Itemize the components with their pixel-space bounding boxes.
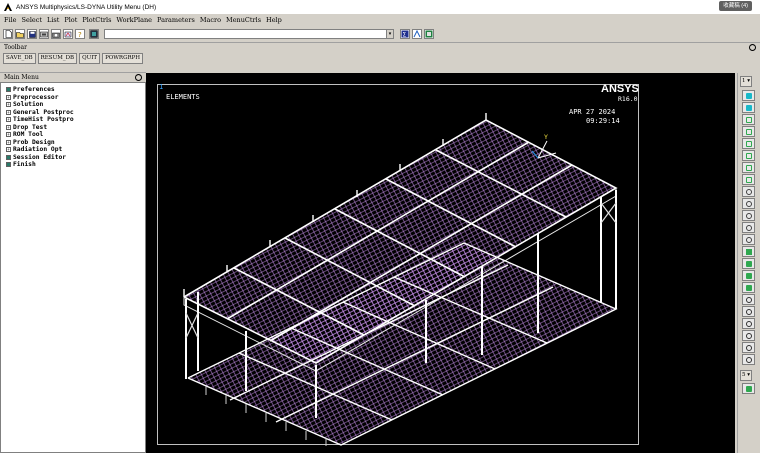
menu-workplane[interactable]: WorkPlane [116,16,152,24]
help-icon[interactable]: ? [75,29,85,39]
zoom-in-icon[interactable] [742,222,755,233]
menu-plotctrls[interactable]: PlotCtrls [82,16,111,24]
rotate-x-icon[interactable] [742,294,755,305]
menu-macro[interactable]: Macro [200,16,221,24]
menu-item-preprocessor[interactable]: + Preprocessor [1,94,145,102]
ansys-logo-icon [4,3,12,11]
menu-parameters[interactable]: Parameters [157,16,195,24]
menu-item-session-editor[interactable]: Session Editor [1,154,145,162]
window-select-dropdown[interactable]: 1 ▾ [740,76,753,87]
pan-left-icon[interactable] [742,246,755,257]
pan-up-icon[interactable] [742,270,755,281]
save-icon[interactable] [27,29,37,39]
fit-icon[interactable] [742,383,755,394]
menu-item-radiation-opt[interactable]: + Radiation Opt [1,146,145,154]
menu-item-drop-test[interactable]: + Drop Test [1,124,145,132]
menu-menuctrls[interactable]: MenuCtrls [226,16,261,24]
left-view-icon[interactable] [742,162,755,173]
graphics-icon[interactable] [424,29,434,39]
rotate-y-neg-icon[interactable] [742,342,755,353]
rotate-z-neg-icon[interactable] [742,354,755,365]
menu-item-timehist-postpro[interactable]: + TimeHist Postpro [1,116,145,124]
svg-text:Σ: Σ [403,32,407,39]
front-view-icon[interactable] [742,114,755,125]
fe-model-plot: Y [183,113,618,446]
right-view-icon[interactable] [742,174,755,185]
toolbar-header: Toolbar ⌃ [0,42,760,52]
rotate-z-icon[interactable] [742,318,755,329]
title-bar: ANSYS Multiphysics/LS-DYNA Utility Menu … [0,0,760,14]
oblique-view-icon[interactable] [742,102,755,113]
save-analysis-db-icon[interactable]: Σ [400,29,410,39]
run-macro-icon[interactable] [412,29,422,39]
triad-axis-label: Y [544,133,548,141]
zoom-back-icon[interactable] [742,210,755,221]
menu-item-prob-design[interactable]: + Prob Design [1,139,145,147]
tree-expand-icon[interactable]: + [6,102,11,108]
toolbar-buttons: SAVE_DB RESUM_DB QUIT POWRGRPH [3,53,145,65]
back-view-icon[interactable] [742,138,755,149]
pan-down-icon[interactable] [742,282,755,293]
toolbar-collapse-icon[interactable]: ⌃ [749,44,756,51]
tree-expand-icon[interactable]: + [6,147,11,153]
pan-zoom-rotate-icon[interactable] [39,29,49,39]
menu-file[interactable]: File [4,16,17,24]
tree-expand-icon[interactable]: + [6,124,11,130]
image-capture-icon[interactable] [51,29,61,39]
main-menu-tree: Preferences + Preprocessor + Solution + Gen… [0,82,146,453]
rotate-x-neg-icon[interactable] [742,330,755,341]
zoom-icon[interactable] [742,186,755,197]
save-db-button[interactable]: SAVE_DB [3,53,36,64]
rate-select-dropdown[interactable]: 5 ▾ [740,370,753,381]
menu-select[interactable]: Select [22,16,42,24]
zoom-out-icon[interactable] [742,234,755,245]
bottom-view-icon[interactable] [742,150,755,161]
report-generator-icon[interactable] [63,29,73,39]
svg-text:?: ? [78,31,82,38]
resume-db-button[interactable]: RESUM_DB [37,53,78,64]
rotate-y-icon[interactable] [742,306,755,317]
favorites-badge[interactable]: 收藏稿 (4) [719,1,752,11]
powrgrph-button[interactable]: POWRGRPH [102,53,144,64]
isometric-view-icon[interactable] [742,90,755,101]
command-input-field[interactable]: ▾ [104,29,394,39]
main-menu-header: Main Menu ⌃ [0,72,146,82]
tree-expand-icon[interactable]: + [6,94,11,100]
top-view-icon[interactable] [742,126,755,137]
graphics-window[interactable]: 1 ELEMENTS ANSYS R16.0 APR 27 2024 09:29… [146,73,735,453]
menu-item-solution[interactable]: + Solution [1,101,145,109]
tree-leaf-icon [6,87,11,93]
contact-manager-icon[interactable] [89,29,99,39]
menu-help[interactable]: Help [266,16,282,24]
utility-menu-bar: File Select List Plot PlotCtrls WorkPlan… [0,14,760,26]
quit-button[interactable]: QUIT [79,53,101,64]
new-file-icon[interactable] [3,29,13,39]
zoom-box-icon[interactable] [742,198,755,209]
tree-expand-icon[interactable]: + [6,139,11,145]
tree-leaf-icon [6,162,11,168]
menu-item-preferences[interactable]: Preferences [1,86,145,94]
menu-list[interactable]: List [47,16,59,24]
standard-icon-bar: ? ▾ Σ [0,26,760,42]
command-history-dropdown-icon[interactable]: ▾ [386,30,393,38]
menu-plot[interactable]: Plot [64,16,77,24]
main-menu-collapse-icon[interactable]: ⌃ [135,74,142,81]
tree-expand-icon[interactable]: + [6,117,11,123]
tree-expand-icon[interactable]: + [6,132,11,138]
view-toolbar: 1 ▾ 5 ▾ [737,73,760,453]
menu-item-general-postproc[interactable]: + General Postproc [1,109,145,117]
toolbar-label: Toolbar [4,44,27,51]
menu-item-rom-tool[interactable]: + ROM Tool [1,131,145,139]
tree-expand-icon[interactable]: + [6,109,11,115]
window-title: ANSYS Multiphysics/LS-DYNA Utility Menu … [16,3,157,11]
open-file-icon[interactable] [15,29,25,39]
menu-item-finish[interactable]: Finish [1,161,145,169]
pan-right-icon[interactable] [742,258,755,269]
main-menu-label: Main Menu [4,74,39,81]
tree-leaf-icon [6,154,11,160]
